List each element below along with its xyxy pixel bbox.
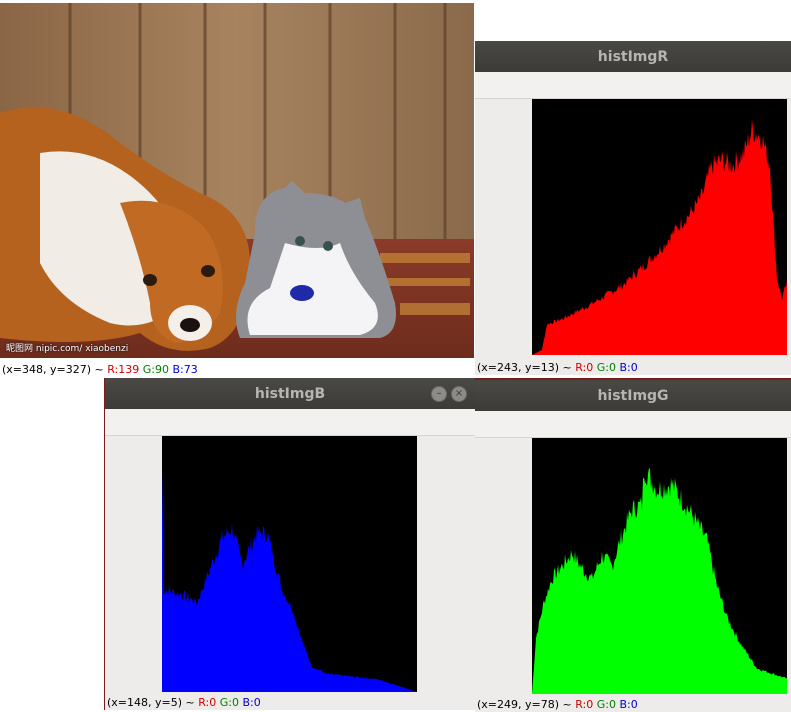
photo-canvas	[0, 3, 474, 358]
window-toolbar	[475, 72, 791, 99]
green-value: G:90	[142, 363, 169, 376]
green-value: G:0	[596, 361, 616, 374]
pixel-status-bar: (x=348, y=327) ~ R:139 G:90 B:73	[2, 363, 198, 377]
blue-histogram-area	[162, 467, 417, 692]
coordinates: (x=148, y=5) ~	[107, 696, 199, 709]
coordinates: (x=243, y=13) ~	[477, 361, 576, 374]
pixel-status-bar: (x=148, y=5) ~ R:0 G:0 B:0	[107, 696, 261, 710]
window-titlebar[interactable]: histImgB	[105, 378, 475, 409]
red-histogram-plot[interactable]	[532, 99, 787, 355]
red-value: R:139	[107, 363, 140, 376]
photo-watermark: 昵图网 nipic.com/ xiaobenzi	[6, 344, 129, 354]
minimize-button[interactable]: –	[431, 386, 447, 402]
minimize-icon: –	[436, 388, 442, 399]
window-title: histImgR	[597, 48, 669, 65]
green-value: G:0	[596, 698, 616, 711]
close-icon: ×	[454, 388, 464, 399]
blue-value: B:73	[172, 363, 198, 376]
red-value: R:0	[575, 361, 594, 374]
window-title: histImgG	[597, 387, 669, 404]
window-toolbar	[475, 411, 791, 438]
dog-and-cat-photo: 昵图网 nipic.com/ xiaobenzi	[0, 3, 474, 358]
pixel-status-bar: (x=243, y=13) ~ R:0 G:0 B:0	[477, 361, 638, 375]
image-window: 昵图网 nipic.com/ xiaobenzi (x=348, y=327) …	[0, 0, 475, 378]
window-toolbar	[105, 409, 475, 436]
window-title: histImgB	[254, 385, 326, 402]
blue-value: B:0	[619, 361, 638, 374]
histogram-g-window: histImgG (x=249, y=78) ~ R:0 G:0 B:0	[475, 378, 791, 712]
coordinates: (x=348, y=327) ~	[2, 363, 108, 376]
window-titlebar[interactable]: histImgG	[475, 380, 791, 411]
blue-value: B:0	[242, 696, 261, 709]
green-histogram-plot[interactable]	[532, 438, 787, 694]
histogram-b-window: histImgB – × (x=148, y=5) ~ R:0 G:0 B:0	[104, 378, 475, 710]
red-value: R:0	[198, 696, 217, 709]
red-histogram-area	[532, 119, 787, 355]
coordinates: (x=249, y=78) ~	[477, 698, 576, 711]
green-histogram-area	[532, 468, 787, 694]
red-value: R:0	[575, 698, 594, 711]
blue-value: B:0	[619, 698, 638, 711]
blue-histogram-plot[interactable]	[162, 436, 417, 692]
window-titlebar[interactable]: histImgR	[475, 41, 791, 72]
green-value: G:0	[219, 696, 239, 709]
histogram-r-window: histImgR (x=243, y=13) ~ R:0 G:0 B:0	[475, 41, 791, 375]
close-button[interactable]: ×	[451, 386, 467, 402]
